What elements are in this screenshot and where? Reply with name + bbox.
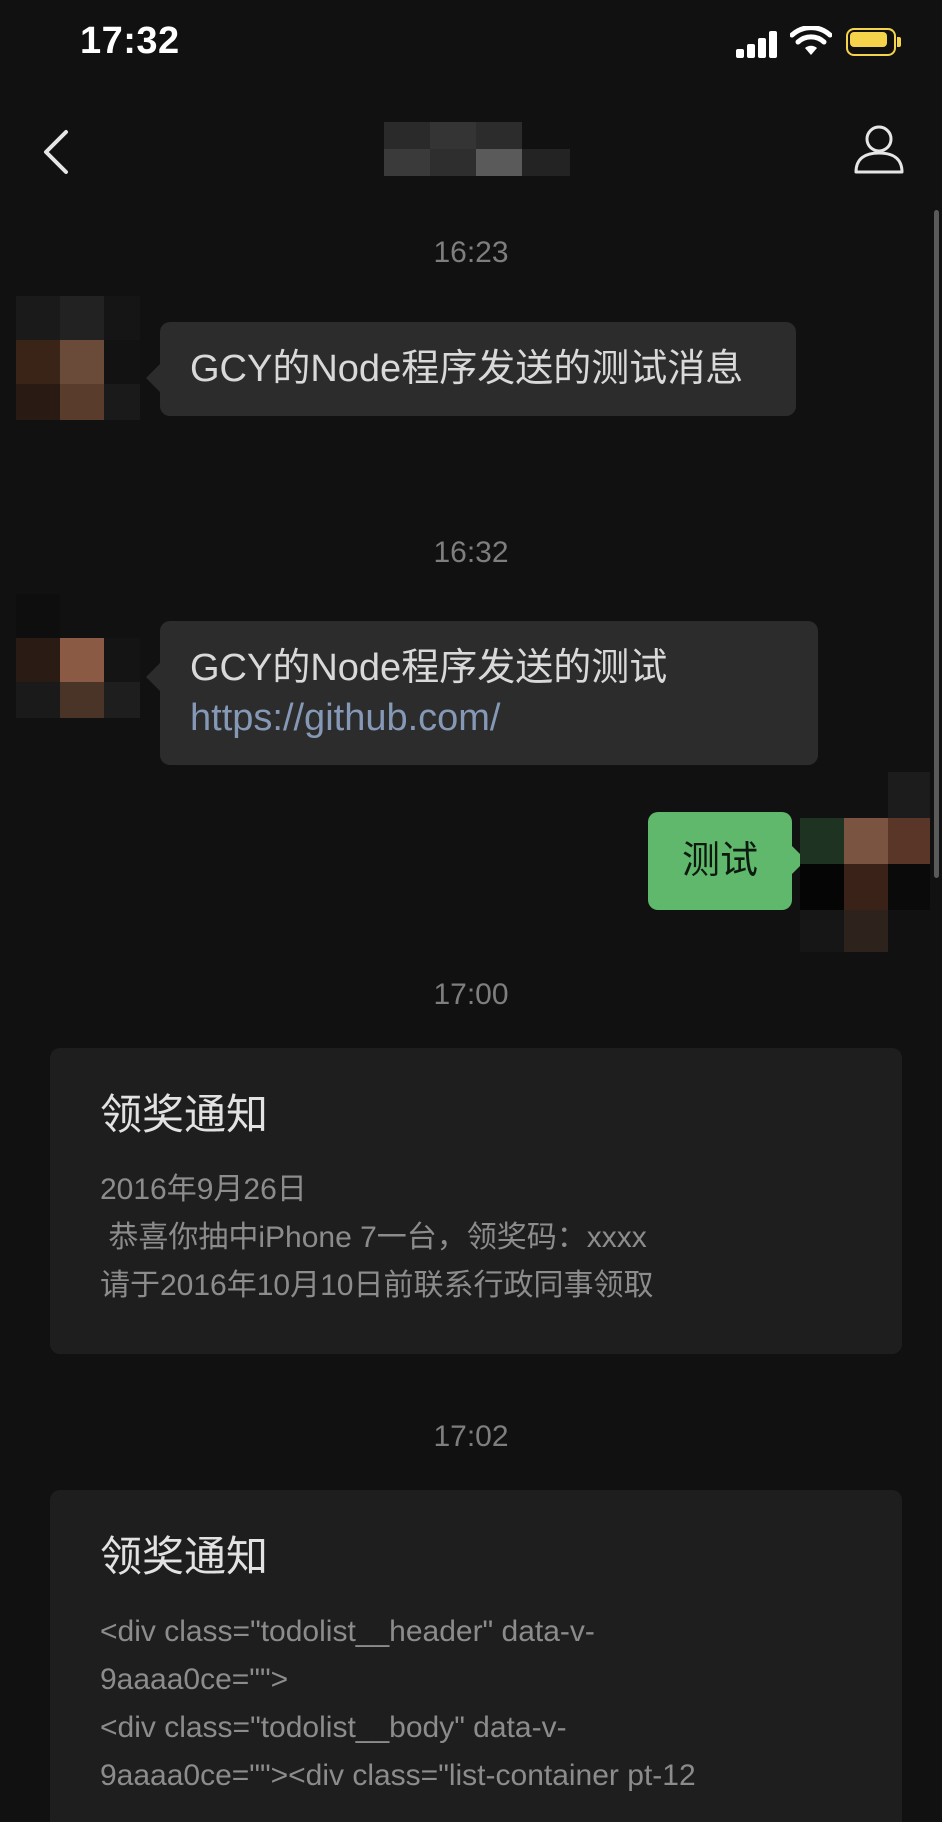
card-line: <div class="todolist__body" data-v- <box>100 1711 567 1744</box>
chat-header <box>0 88 942 216</box>
contact-name-pixelated <box>384 122 570 176</box>
message-timestamp: 17:00 <box>433 978 509 1011</box>
card-line: 2016年9月26日 <box>100 1173 307 1206</box>
sender-avatar[interactable] <box>16 296 140 420</box>
notification-card[interactable]: 领奖通知 <div class="todolist__header" data-… <box>50 1490 902 1822</box>
message-timestamp: 16:23 <box>433 236 509 269</box>
chevron-left-icon[interactable] <box>38 126 74 178</box>
chat-screen: 17:32 16:23 GCY的Node程序发送的测试消息 16:32 GCY的… <box>0 0 942 1822</box>
message-text: GCY的Node程序发送的测试 <box>190 647 668 689</box>
message-link[interactable]: https://github.com/ <box>190 697 501 739</box>
message-bubble[interactable]: GCY的Node程序发送的测试消息 <box>146 322 796 416</box>
notification-card[interactable]: 领奖通知 2016年9月26日 恭喜你抽中iPhone 7一台，领奖码：xxxx… <box>50 1048 902 1354</box>
message-timestamp: 16:32 <box>433 536 509 569</box>
person-icon[interactable] <box>852 122 906 176</box>
message-text: GCY的Node程序发送的测试消息 <box>190 348 744 390</box>
message-timestamp: 17:02 <box>433 1420 509 1453</box>
message-bubble[interactable]: GCY的Node程序发送的测试 https://github.com/ <box>146 621 818 765</box>
message-text: 测试 <box>681 840 758 882</box>
card-line: 9aaaa0ce=""> <box>100 1663 289 1696</box>
status-bar: 17:32 <box>0 0 942 88</box>
card-line: 请于2016年10月10日前联系行政同事领取 <box>100 1269 654 1302</box>
outgoing-message-bubble[interactable]: 测试 <box>648 812 806 910</box>
card-line: 恭喜你抽中iPhone 7一台，领奖码：xxxx <box>100 1221 647 1254</box>
card-title: 领奖通知 <box>100 1533 269 1580</box>
card-line: 9aaaa0ce=""><div class="list-container p… <box>100 1759 696 1792</box>
sender-avatar[interactable] <box>16 594 140 718</box>
cellular-signal-icon <box>736 30 778 58</box>
card-title: 领奖通知 <box>100 1091 269 1138</box>
card-line: <div class="todolist__header" data-v- <box>100 1615 595 1648</box>
battery-icon <box>846 28 902 56</box>
status-time: 17:32 <box>80 20 180 62</box>
my-avatar[interactable] <box>800 772 930 952</box>
wifi-icon <box>790 26 832 55</box>
